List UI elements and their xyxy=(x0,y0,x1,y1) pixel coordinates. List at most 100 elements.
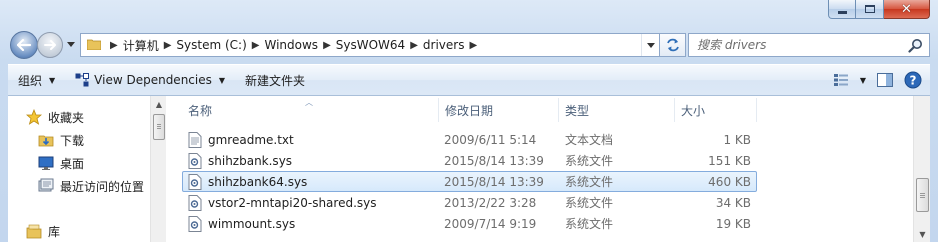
navigation-pane: 收藏夹 下载 桌面 最近访问的位置 库 ▲ xyxy=(8,96,166,242)
view-controls: ▼ ? xyxy=(830,65,924,95)
scroll-up-arrow-icon[interactable]: ▲ xyxy=(151,96,167,112)
system-file-icon xyxy=(187,215,203,232)
file-row[interactable]: vstor2-mntapi20-shared.sys 2013/2/22 3:2… xyxy=(182,192,757,213)
change-view-button[interactable] xyxy=(830,69,852,91)
file-name-cell: vstor2-mntapi20-shared.sys xyxy=(187,193,377,212)
preview-pane-button[interactable] xyxy=(874,69,896,91)
breadcrumb-computer[interactable]: 计算机 xyxy=(123,37,159,54)
column-header-size[interactable]: 大小 xyxy=(675,98,757,122)
breadcrumb-separator[interactable]: ▶ xyxy=(469,40,477,51)
nav-desktop-label: 桌面 xyxy=(60,156,85,171)
file-modified: 2013/2/22 3:28 xyxy=(444,195,537,210)
forward-arrow-icon xyxy=(44,40,56,50)
column-header-type[interactable]: 类型 xyxy=(559,98,675,122)
refresh-icon xyxy=(666,38,679,52)
column-headers: ︿ 名称 修改日期 类型 大小 xyxy=(168,98,913,122)
scrollbar-thumb[interactable] xyxy=(153,114,165,140)
nav-libraries-label: 库 xyxy=(48,224,61,239)
recent-pages-dropdown[interactable] xyxy=(66,39,76,49)
navigation-pane-scrollbar[interactable]: ▲ xyxy=(150,96,166,242)
minimize-button[interactable] xyxy=(828,0,856,19)
search-icon[interactable] xyxy=(908,38,923,56)
view-dependencies-button[interactable]: View Dependencies ▼ xyxy=(65,65,235,95)
scroll-down-arrow-icon[interactable]: ▼ xyxy=(914,226,931,242)
nav-recent-places[interactable]: 最近访问的位置 xyxy=(38,175,144,197)
file-name-cell: shihzbank64.sys xyxy=(187,172,307,191)
system-file-icon xyxy=(187,152,203,169)
close-button[interactable]: ✕ xyxy=(884,0,930,19)
file-list-scrollbar[interactable]: ▼ xyxy=(913,96,930,242)
back-button[interactable] xyxy=(10,31,38,59)
file-row[interactable]: shihzbank.sys 2015/8/14 13:39 系统文件 151 K… xyxy=(182,150,757,171)
command-bar: 组织 ▼ View Dependencies ▼ 新建文件夹 ▼ ? xyxy=(8,64,930,96)
file-size: 151 KB xyxy=(708,153,751,168)
help-button[interactable]: ? xyxy=(902,69,924,91)
preview-pane-icon xyxy=(877,73,893,87)
new-folder-button[interactable]: 新建文件夹 xyxy=(235,65,315,95)
breadcrumb-separator[interactable]: ▶ xyxy=(323,40,331,51)
file-row[interactable]: gmreadme.txt 2009/6/11 5:14 文本文档 1 KB xyxy=(182,129,757,150)
nav-recent-places-label: 最近访问的位置 xyxy=(60,179,145,194)
breadcrumb-system-c[interactable]: System (C:) xyxy=(176,38,246,52)
nav-favorites[interactable]: 收藏夹 xyxy=(26,106,84,128)
maximize-icon xyxy=(864,5,875,13)
nav-downloads-label: 下载 xyxy=(60,133,85,148)
file-size: 1 KB xyxy=(723,132,751,147)
address-history-dropdown[interactable] xyxy=(641,34,659,56)
file-type: 系统文件 xyxy=(565,175,614,189)
chevron-down-icon xyxy=(67,41,75,47)
file-name-cell: wimmount.sys xyxy=(187,214,295,233)
breadcrumb-drivers[interactable]: drivers xyxy=(423,38,465,52)
file-name: wimmount.sys xyxy=(208,216,296,231)
chevron-down-icon xyxy=(646,42,655,48)
breadcrumb-syswow64[interactable]: SysWOW64 xyxy=(336,38,405,52)
breadcrumb-separator[interactable]: ▶ xyxy=(252,40,260,51)
file-row[interactable]: wimmount.sys 2009/7/14 9:19 系统文件 19 KB xyxy=(182,213,757,234)
file-modified: 2015/8/14 13:39 xyxy=(444,174,544,189)
nav-favorites-label: 收藏夹 xyxy=(48,110,85,125)
file-name: shihzbank64.sys xyxy=(208,174,308,189)
breadcrumb-separator[interactable]: ▶ xyxy=(110,40,118,51)
maximize-button[interactable] xyxy=(856,0,884,19)
file-name-cell: shihzbank.sys xyxy=(187,151,292,170)
nav-libraries[interactable]: 库 xyxy=(26,220,60,242)
system-file-icon xyxy=(187,194,203,211)
file-modified: 2009/7/14 9:19 xyxy=(444,216,537,231)
refresh-button[interactable] xyxy=(660,33,686,57)
search-box[interactable] xyxy=(688,33,930,57)
recent-places-icon xyxy=(38,178,54,194)
view-options-dropdown[interactable]: ▼ xyxy=(858,69,868,91)
help-icon: ? xyxy=(904,71,922,89)
text-file-icon xyxy=(187,131,203,148)
back-arrow-icon xyxy=(17,39,31,51)
star-icon xyxy=(26,109,42,125)
column-header-name[interactable]: 名称 xyxy=(182,98,439,122)
file-row-selected[interactable]: shihzbank64.sys 2015/8/14 13:39 系统文件 460… xyxy=(182,171,757,192)
navigation-bar: ▶ 计算机 ▶ System (C:) ▶ Windows ▶ SysWOW64… xyxy=(8,30,930,60)
scrollbar-thumb[interactable] xyxy=(916,178,929,212)
column-header-type-label: 类型 xyxy=(565,103,590,118)
nav-downloads[interactable]: 下载 xyxy=(38,129,84,151)
libraries-icon xyxy=(26,223,42,239)
folder-icon xyxy=(86,38,102,53)
nav-desktop[interactable]: 桌面 xyxy=(38,152,84,174)
file-type: 系统文件 xyxy=(565,154,614,168)
file-name: vstor2-mntapi20-shared.sys xyxy=(208,195,377,210)
organize-menu-button[interactable]: 组织 ▼ xyxy=(8,65,65,95)
file-name-cell: gmreadme.txt xyxy=(187,130,294,149)
file-size: 460 KB xyxy=(708,174,751,189)
column-header-modified[interactable]: 修改日期 xyxy=(439,98,559,122)
breadcrumb-windows[interactable]: Windows xyxy=(264,38,318,52)
file-modified: 2015/8/14 13:39 xyxy=(444,153,544,168)
forward-button[interactable] xyxy=(37,32,63,58)
svg-text:?: ? xyxy=(910,74,917,88)
file-list: ︿ 名称 修改日期 类型 大小 gmreadme.txt 2009/6/11 5… xyxy=(168,96,913,242)
search-input[interactable] xyxy=(689,38,899,52)
file-modified: 2009/6/11 5:14 xyxy=(444,132,537,147)
breadcrumb-separator[interactable]: ▶ xyxy=(410,40,418,51)
downloads-folder-icon xyxy=(38,132,54,148)
desktop-icon xyxy=(38,155,54,171)
address-bar[interactable]: ▶ 计算机 ▶ System (C:) ▶ Windows ▶ SysWOW64… xyxy=(80,33,660,57)
column-header-modified-label: 修改日期 xyxy=(445,103,494,118)
breadcrumb-separator[interactable]: ▶ xyxy=(164,40,172,51)
